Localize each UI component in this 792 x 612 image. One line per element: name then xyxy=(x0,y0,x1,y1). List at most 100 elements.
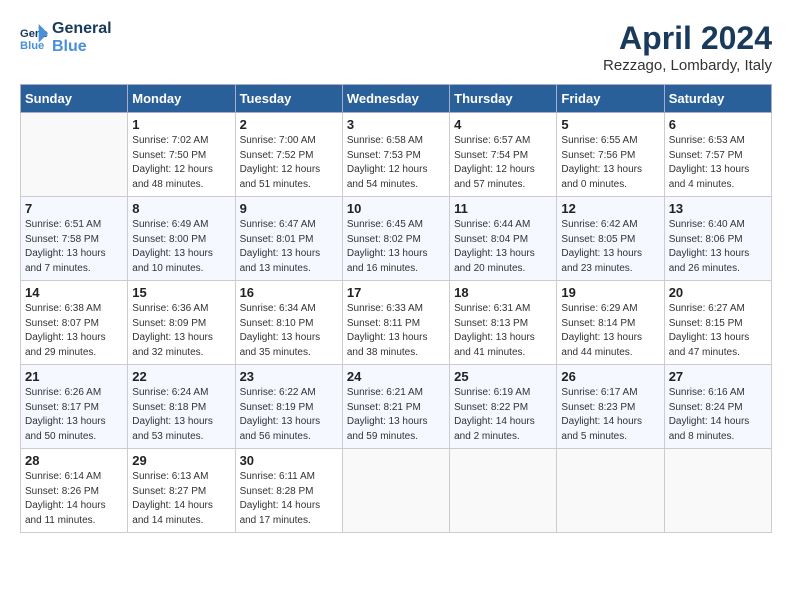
header: General Blue General Blue April 2024 Rez… xyxy=(20,20,772,74)
day-cell: 10 Sunrise: 6:45 AM Sunset: 8:02 PM Dayli… xyxy=(342,197,449,281)
header-tuesday: Tuesday xyxy=(235,85,342,113)
day-info: Sunrise: 6:31 AM Sunset: 8:13 PM Dayligh… xyxy=(454,302,552,360)
page: General Blue General Blue April 2024 Rez… xyxy=(0,0,792,612)
day-cell: 19 Sunrise: 6:29 AM Sunset: 8:14 PM Dayli… xyxy=(557,281,664,365)
day-number: 27 xyxy=(669,369,767,384)
day-info: Sunrise: 6:33 AM Sunset: 8:11 PM Dayligh… xyxy=(347,302,445,360)
day-number: 24 xyxy=(347,369,445,384)
day-cell xyxy=(21,113,128,197)
header-saturday: Saturday xyxy=(664,85,771,113)
day-info: Sunrise: 6:34 AM Sunset: 8:10 PM Dayligh… xyxy=(240,302,338,360)
day-info: Sunrise: 6:19 AM Sunset: 8:22 PM Dayligh… xyxy=(454,386,552,444)
day-cell: 2 Sunrise: 7:00 AM Sunset: 7:52 PM Daylig… xyxy=(235,113,342,197)
day-cell: 27Sunrise: 6:16 AM Sunset: 8:24 PM Dayli… xyxy=(664,365,771,449)
day-info: Sunrise: 6:13 AM Sunset: 8:27 PM Dayligh… xyxy=(132,470,230,528)
day-number: 10 xyxy=(347,201,445,216)
day-cell: 9 Sunrise: 6:47 AM Sunset: 8:01 PM Daylig… xyxy=(235,197,342,281)
day-info: Sunrise: 6:57 AM Sunset: 7:54 PM Dayligh… xyxy=(454,134,552,192)
week-row-1: 1 Sunrise: 7:02 AM Sunset: 7:50 PM Daylig… xyxy=(21,113,772,197)
header-sunday: Sunday xyxy=(21,85,128,113)
day-cell: 1 Sunrise: 7:02 AM Sunset: 7:50 PM Daylig… xyxy=(128,113,235,197)
day-number: 21 xyxy=(25,369,123,384)
day-number: 30 xyxy=(240,453,338,468)
day-number: 23 xyxy=(240,369,338,384)
day-info: Sunrise: 6:49 AM Sunset: 8:00 PM Dayligh… xyxy=(132,218,230,276)
day-info: Sunrise: 6:40 AM Sunset: 8:06 PM Dayligh… xyxy=(669,218,767,276)
day-number: 29 xyxy=(132,453,230,468)
day-cell: 28Sunrise: 6:14 AM Sunset: 8:26 PM Dayli… xyxy=(21,449,128,533)
day-cell: 17 Sunrise: 6:33 AM Sunset: 8:11 PM Dayli… xyxy=(342,281,449,365)
day-number: 13 xyxy=(669,201,767,216)
day-cell xyxy=(342,449,449,533)
day-number: 25 xyxy=(454,369,552,384)
day-number: 15 xyxy=(132,285,230,300)
day-info: Sunrise: 6:42 AM Sunset: 8:05 PM Dayligh… xyxy=(561,218,659,276)
day-cell: 21Sunrise: 6:26 AM Sunset: 8:17 PM Dayli… xyxy=(21,365,128,449)
day-number: 26 xyxy=(561,369,659,384)
day-info: Sunrise: 6:58 AM Sunset: 7:53 PM Dayligh… xyxy=(347,134,445,192)
month-year-title: April 2024 xyxy=(603,20,772,57)
day-number: 20 xyxy=(669,285,767,300)
day-number: 6 xyxy=(669,117,767,132)
day-cell xyxy=(664,449,771,533)
header-thursday: Thursday xyxy=(450,85,557,113)
day-number: 4 xyxy=(454,117,552,132)
header-friday: Friday xyxy=(557,85,664,113)
day-number: 9 xyxy=(240,201,338,216)
day-cell: 14 Sunrise: 6:38 AM Sunset: 8:07 PM Dayli… xyxy=(21,281,128,365)
weekday-header-row: Sunday Monday Tuesday Wednesday Thursday… xyxy=(21,85,772,113)
day-cell: 13 Sunrise: 6:40 AM Sunset: 8:06 PM Dayli… xyxy=(664,197,771,281)
day-info: Sunrise: 6:14 AM Sunset: 8:26 PM Dayligh… xyxy=(25,470,123,528)
day-info: Sunrise: 6:55 AM Sunset: 7:56 PM Dayligh… xyxy=(561,134,659,192)
day-cell: 25 Sunrise: 6:19 AM Sunset: 8:22 PM Dayli… xyxy=(450,365,557,449)
day-number: 17 xyxy=(347,285,445,300)
day-cell: 22Sunrise: 6:24 AM Sunset: 8:18 PM Dayli… xyxy=(128,365,235,449)
week-row-4: 21Sunrise: 6:26 AM Sunset: 8:17 PM Dayli… xyxy=(21,365,772,449)
day-number: 2 xyxy=(240,117,338,132)
day-cell xyxy=(450,449,557,533)
day-cell: 3Sunrise: 6:58 AM Sunset: 7:53 PM Daylig… xyxy=(342,113,449,197)
logo-blue-text: Blue xyxy=(52,38,112,56)
day-info: Sunrise: 6:29 AM Sunset: 8:14 PM Dayligh… xyxy=(561,302,659,360)
day-info: Sunrise: 6:51 AM Sunset: 7:58 PM Dayligh… xyxy=(25,218,123,276)
day-number: 19 xyxy=(561,285,659,300)
week-row-3: 14 Sunrise: 6:38 AM Sunset: 8:07 PM Dayli… xyxy=(21,281,772,365)
day-number: 18 xyxy=(454,285,552,300)
week-row-5: 28Sunrise: 6:14 AM Sunset: 8:26 PM Dayli… xyxy=(21,449,772,533)
logo: General Blue General Blue xyxy=(20,20,112,55)
location-text: Rezzago, Lombardy, Italy xyxy=(603,57,772,74)
day-info: Sunrise: 7:02 AM Sunset: 7:50 PM Dayligh… xyxy=(132,134,230,192)
day-cell: 6 Sunrise: 6:53 AM Sunset: 7:57 PM Daylig… xyxy=(664,113,771,197)
day-cell: 7 Sunrise: 6:51 AM Sunset: 7:58 PM Daylig… xyxy=(21,197,128,281)
day-number: 8 xyxy=(132,201,230,216)
day-info: Sunrise: 6:45 AM Sunset: 8:02 PM Dayligh… xyxy=(347,218,445,276)
day-cell: 8 Sunrise: 6:49 AM Sunset: 8:00 PM Daylig… xyxy=(128,197,235,281)
day-cell: 30 Sunrise: 6:11 AM Sunset: 8:28 PM Dayli… xyxy=(235,449,342,533)
day-info: Sunrise: 6:47 AM Sunset: 8:01 PM Dayligh… xyxy=(240,218,338,276)
day-number: 7 xyxy=(25,201,123,216)
day-info: Sunrise: 6:21 AM Sunset: 8:21 PM Dayligh… xyxy=(347,386,445,444)
day-info: Sunrise: 6:38 AM Sunset: 8:07 PM Dayligh… xyxy=(25,302,123,360)
header-wednesday: Wednesday xyxy=(342,85,449,113)
day-info: Sunrise: 6:24 AM Sunset: 8:18 PM Dayligh… xyxy=(132,386,230,444)
day-cell: 20 Sunrise: 6:27 AM Sunset: 8:15 PM Dayli… xyxy=(664,281,771,365)
title-section: April 2024 Rezzago, Lombardy, Italy xyxy=(603,20,772,74)
day-number: 11 xyxy=(454,201,552,216)
day-number: 1 xyxy=(132,117,230,132)
day-cell: 16 Sunrise: 6:34 AM Sunset: 8:10 PM Dayli… xyxy=(235,281,342,365)
day-info: Sunrise: 6:27 AM Sunset: 8:15 PM Dayligh… xyxy=(669,302,767,360)
day-cell: 24 Sunrise: 6:21 AM Sunset: 8:21 PM Dayli… xyxy=(342,365,449,449)
day-info: Sunrise: 6:11 AM Sunset: 8:28 PM Dayligh… xyxy=(240,470,338,528)
week-row-2: 7 Sunrise: 6:51 AM Sunset: 7:58 PM Daylig… xyxy=(21,197,772,281)
day-cell: 11 Sunrise: 6:44 AM Sunset: 8:04 PM Dayli… xyxy=(450,197,557,281)
day-info: Sunrise: 6:44 AM Sunset: 8:04 PM Dayligh… xyxy=(454,218,552,276)
day-cell: 15Sunrise: 6:36 AM Sunset: 8:09 PM Dayli… xyxy=(128,281,235,365)
day-info: Sunrise: 6:53 AM Sunset: 7:57 PM Dayligh… xyxy=(669,134,767,192)
logo-general-text: General xyxy=(52,20,112,38)
day-info: Sunrise: 6:17 AM Sunset: 8:23 PM Dayligh… xyxy=(561,386,659,444)
day-number: 14 xyxy=(25,285,123,300)
day-number: 16 xyxy=(240,285,338,300)
svg-text:Blue: Blue xyxy=(20,40,44,52)
day-info: Sunrise: 7:00 AM Sunset: 7:52 PM Dayligh… xyxy=(240,134,338,192)
day-cell: 26 Sunrise: 6:17 AM Sunset: 8:23 PM Dayli… xyxy=(557,365,664,449)
